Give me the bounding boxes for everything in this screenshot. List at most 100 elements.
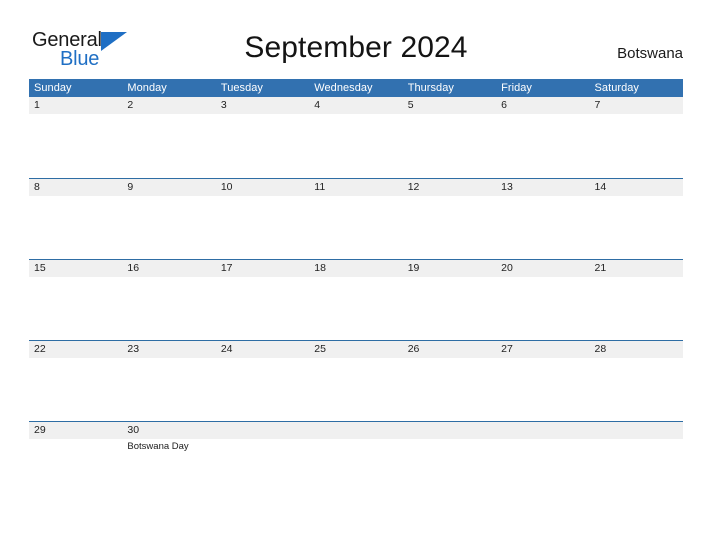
day-events-cell (29, 439, 122, 502)
week-events-band (29, 277, 683, 340)
day-number[interactable]: 25 (309, 341, 402, 358)
day-events-cell (309, 358, 402, 421)
day-events-cell (403, 277, 496, 340)
day-number[interactable]: 10 (216, 179, 309, 196)
day-number[interactable]: 8 (29, 179, 122, 196)
day-number[interactable]: 1 (29, 97, 122, 114)
day-events-cell (403, 358, 496, 421)
day-events-cell (590, 439, 683, 502)
day-number[interactable]: 19 (403, 260, 496, 277)
day-events-cell (216, 439, 309, 502)
day-events-cell (403, 114, 496, 177)
day-number[interactable]: 26 (403, 341, 496, 358)
week-date-band: 22 23 24 25 26 27 28 (29, 341, 683, 358)
day-number[interactable]: 6 (496, 97, 589, 114)
calendar-week-row: 1234567 (29, 97, 683, 178)
day-number[interactable]: 17 (216, 260, 309, 277)
weekday-header-cell: Saturday (594, 82, 639, 94)
day-events-cell (496, 358, 589, 421)
day-number[interactable]: 15 (29, 260, 122, 277)
day-events-cell (496, 439, 589, 502)
day-number[interactable]: 9 (122, 179, 215, 196)
day-number[interactable]: 23 (122, 341, 215, 358)
day-number[interactable]: 3 (216, 97, 309, 114)
week-events-band (29, 114, 683, 177)
week-events-band (29, 196, 683, 259)
page-title: September 2024 (244, 31, 468, 64)
day-number-empty (496, 422, 589, 439)
day-events-cell (122, 277, 215, 340)
day-number[interactable]: 16 (122, 260, 215, 277)
weekday-header-cell: Friday (501, 82, 532, 94)
week-events-band (29, 358, 683, 421)
day-events-cell (403, 196, 496, 259)
day-number[interactable]: 18 (309, 260, 402, 277)
day-events-cell (29, 277, 122, 340)
day-events-cell (216, 358, 309, 421)
day-events-cell (590, 196, 683, 259)
day-number[interactable]: 4 (309, 97, 402, 114)
day-events-cell[interactable]: Botswana Day (122, 439, 215, 502)
day-number[interactable]: 22 (29, 341, 122, 358)
weekday-header-row: Sunday Monday Tuesday Wednesday Thursday Frid… (29, 79, 683, 97)
week-date-band: 8 9 10 11 12 13 14 (29, 179, 683, 196)
holiday-event-label: Botswana Day (127, 441, 189, 452)
day-number-empty (309, 422, 402, 439)
day-number[interactable]: 13 (496, 179, 589, 196)
week-date-band: 29 30 (29, 422, 683, 439)
day-number-empty (403, 422, 496, 439)
day-number-empty (216, 422, 309, 439)
day-number[interactable]: 2 (122, 97, 215, 114)
weekday-header-cell: Thursday (407, 82, 454, 94)
calendar-week-row: 29 30 Botswana Day (29, 421, 683, 502)
day-events-cell (309, 196, 402, 259)
country-label: Botswana (617, 45, 683, 62)
day-events-cell (216, 196, 309, 259)
day-number[interactable]: 21 (590, 260, 683, 277)
day-events-cell (496, 196, 589, 259)
day-events-cell (309, 439, 402, 502)
day-number[interactable]: 14 (590, 179, 683, 196)
day-events-cell (309, 114, 402, 177)
week-date-band: 15 16 17 18 19 20 21 (29, 260, 683, 277)
day-events-cell (216, 114, 309, 177)
day-events-cell (29, 196, 122, 259)
day-number[interactable]: 27 (496, 341, 589, 358)
day-events-cell (216, 277, 309, 340)
day-events-cell (496, 277, 589, 340)
calendar-weeks: 1 2 3 4 5 6 7 8 9 10 11 12 13 14 15 16 17 18 19 20 21 22 23 24 2… (29, 97, 683, 502)
weekday-header-cell: Monday (127, 82, 167, 94)
day-events-cell (403, 439, 496, 502)
day-events-cell (29, 358, 122, 421)
day-number[interactable]: 20 (496, 260, 589, 277)
calendar-page: General Blue September 2024 Botswana Sun… (0, 0, 712, 550)
day-number[interactable]: 29 (29, 422, 122, 439)
calendar-week-row: 22 23 24 25 26 27 28 (29, 340, 683, 421)
day-events-cell (590, 114, 683, 177)
calendar-grid: Sunday Monday Tuesday Wednesday Thursday Frid… (29, 79, 683, 502)
week-events-band: Botswana Day (29, 439, 683, 502)
day-number[interactable]: 30 (122, 422, 215, 439)
day-events-cell (590, 358, 683, 421)
calendar-week-row: 8 9 10 11 12 13 14 (29, 178, 683, 259)
day-number[interactable]: 12 (403, 179, 496, 196)
day-number[interactable]: 5 (403, 97, 496, 114)
day-events-cell (309, 277, 402, 340)
weekday-header-cell: Tuesday (220, 82, 263, 94)
week-date-band: 1234567 (29, 97, 683, 114)
day-events-cell (122, 196, 215, 259)
day-number[interactable]: 28 (590, 341, 683, 358)
day-events-cell (122, 358, 215, 421)
day-events-cell (122, 114, 215, 177)
calendar-week-row: 15 16 17 18 19 20 21 (29, 259, 683, 340)
weekday-header-cell: Wednesday (314, 82, 373, 94)
weekday-header-cell: Sunday (34, 82, 72, 94)
day-events-cell (29, 114, 122, 177)
page-header: General Blue September 2024 Botswana (0, 0, 712, 79)
day-number-empty (590, 422, 683, 439)
day-number[interactable]: 24 (216, 341, 309, 358)
day-events-cell (590, 277, 683, 340)
day-number[interactable]: 11 (309, 179, 402, 196)
day-number[interactable]: 7 (590, 97, 683, 114)
day-events-cell (496, 114, 589, 177)
